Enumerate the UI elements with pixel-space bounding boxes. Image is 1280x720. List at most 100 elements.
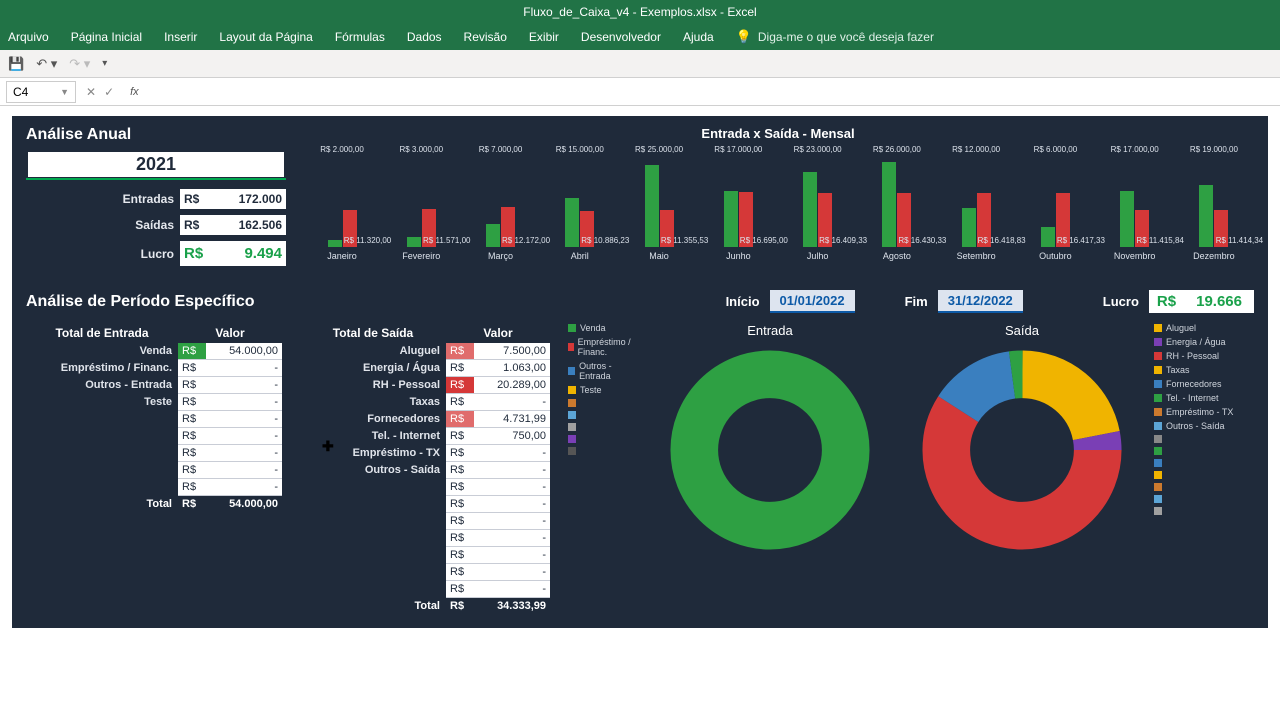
fim-date[interactable]: 31/12/2022 (938, 290, 1023, 313)
tab-inicio[interactable]: Página Inicial (71, 30, 142, 44)
legend-swatch (568, 343, 574, 351)
table-row-label: RH - Pessoal (300, 377, 446, 394)
confirm-icon[interactable]: ✓ (104, 85, 114, 99)
table-row-value: - (474, 547, 550, 564)
table-row-value: - (206, 428, 282, 445)
table-row-label (300, 496, 446, 513)
table-row-value: - (474, 581, 550, 598)
legend-swatch (1154, 324, 1162, 332)
legend-swatch (1154, 483, 1162, 491)
tab-formulas[interactable]: Fórmulas (335, 30, 385, 44)
name-box[interactable]: C4 ▼ (6, 81, 76, 103)
lucro-value: 9.494 (208, 241, 286, 266)
table-row-value: - (474, 394, 550, 411)
legend-swatch (568, 324, 576, 332)
entrada-total: 54.000,00 (206, 496, 282, 512)
table-row-value: - (474, 530, 550, 547)
tab-dados[interactable]: Dados (407, 30, 442, 44)
period-lucro-value: 19.666 (1184, 290, 1254, 313)
entrada-legend: VendaEmpréstimo / Financ.Outros - Entrad… (568, 323, 638, 550)
table-row-value: 1.063,00 (474, 360, 550, 377)
qat-more-icon[interactable]: ▾ (102, 58, 107, 69)
app-title: Fluxo_de_Caixa_v4 - Exemplos.xlsx - Exce… (523, 5, 756, 19)
legend-swatch (568, 367, 575, 375)
table-row-label (26, 428, 178, 445)
tab-inserir[interactable]: Inserir (164, 30, 197, 44)
inicio-label: Início (726, 294, 760, 309)
table-row-label (300, 479, 446, 496)
table-row-label (300, 581, 446, 598)
table-row-label (300, 530, 446, 547)
table-row-value: - (474, 462, 550, 479)
table-row-value: - (474, 496, 550, 513)
tab-layout[interactable]: Layout da Página (219, 30, 312, 44)
table-row-label (300, 513, 446, 530)
year-selector[interactable]: 2021 (26, 150, 286, 179)
annual-summary: Análise Anual 2021 Entradas R$ 172.000 S… (26, 126, 286, 272)
monthly-chart: Entrada x Saída - Mensal R$ 2.000,00 R$ … (302, 126, 1254, 272)
legend-swatch (1154, 435, 1162, 443)
tab-ajuda[interactable]: Ajuda (683, 30, 714, 44)
cancel-icon[interactable]: ✕ (86, 85, 96, 99)
lucro-label: Lucro (26, 247, 180, 261)
entradas-label: Entradas (26, 192, 180, 206)
table-row-value: - (206, 445, 282, 462)
saida-legend: AluguelEnergia / ÁguaRH - PessoalTaxasFo… (1154, 323, 1254, 550)
table-row-label: Empréstimo / Financ. (26, 360, 178, 377)
quick-access-toolbar: 💾 ↶ ▾ ↷ ▾ ▾ (0, 50, 1280, 78)
saidas-value: 162.506 (208, 215, 286, 235)
save-icon[interactable]: 💾 (8, 56, 24, 72)
period-lucro-label: Lucro (1103, 294, 1139, 309)
bulb-icon: 💡 (736, 29, 752, 45)
tab-exibir[interactable]: Exibir (529, 30, 559, 44)
bar-entrada (803, 172, 817, 247)
tell-me[interactable]: 💡 Diga-me o que você deseja fazer (736, 29, 934, 45)
table-row-value: 20.289,00 (474, 377, 550, 394)
table-row-value: - (206, 377, 282, 394)
inicio-date[interactable]: 01/01/2022 (770, 290, 855, 313)
legend-swatch (568, 435, 576, 443)
table-row-label: Outros - Saída (300, 462, 446, 479)
entrada-donut: Entrada (650, 323, 890, 550)
chart-title: Entrada x Saída - Mensal (302, 126, 1254, 141)
legend-swatch (1154, 507, 1162, 515)
fim-label: Fim (905, 294, 928, 309)
table-row-value: - (206, 479, 282, 496)
table-row-value: - (206, 360, 282, 377)
bar-entrada (645, 165, 659, 247)
legend-swatch (1154, 338, 1162, 346)
saida-total: 34.333,99 (474, 598, 550, 614)
table-row-value: 54.000,00 (206, 343, 282, 360)
dashboard: Análise Anual 2021 Entradas R$ 172.000 S… (12, 116, 1268, 628)
saidas-label: Saídas (26, 218, 180, 232)
tab-dev[interactable]: Desenvolvedor (581, 30, 661, 44)
table-row-label: Teste (26, 394, 178, 411)
legend-swatch (568, 423, 576, 431)
legend-swatch (1154, 394, 1162, 402)
saida-table: Total de Saída Valor Aluguel R$ 7.500,00… (300, 323, 550, 614)
fx-icon[interactable]: fx (130, 86, 139, 98)
worksheet-area[interactable]: Análise Anual 2021 Entradas R$ 172.000 S… (0, 106, 1280, 638)
undo-icon[interactable]: ↶ ▾ (36, 56, 57, 72)
table-row-label (26, 479, 178, 496)
legend-swatch (568, 411, 576, 419)
table-row-value: - (474, 479, 550, 496)
tab-revisao[interactable]: Revisão (464, 30, 507, 44)
annual-title: Análise Anual (26, 126, 286, 144)
tab-arquivo[interactable]: Arquivo (8, 30, 49, 44)
table-row-label: Energia / Água (300, 360, 446, 377)
table-row-value: - (206, 411, 282, 428)
titlebar: Fluxo_de_Caixa_v4 - Exemplos.xlsx - Exce… (0, 0, 1280, 24)
table-row-value: - (474, 564, 550, 581)
table-row-label (26, 462, 178, 479)
redo-icon[interactable]: ↷ ▾ (69, 56, 90, 72)
table-row-label: Outros - Entrada (26, 377, 178, 394)
namebox-dropdown-icon[interactable]: ▼ (60, 87, 69, 97)
legend-swatch (568, 399, 576, 407)
legend-swatch (568, 386, 576, 394)
table-row-label (300, 547, 446, 564)
legend-swatch (1154, 495, 1162, 503)
legend-swatch (1154, 459, 1162, 467)
legend-swatch (1154, 352, 1162, 360)
legend-swatch (1154, 380, 1162, 388)
